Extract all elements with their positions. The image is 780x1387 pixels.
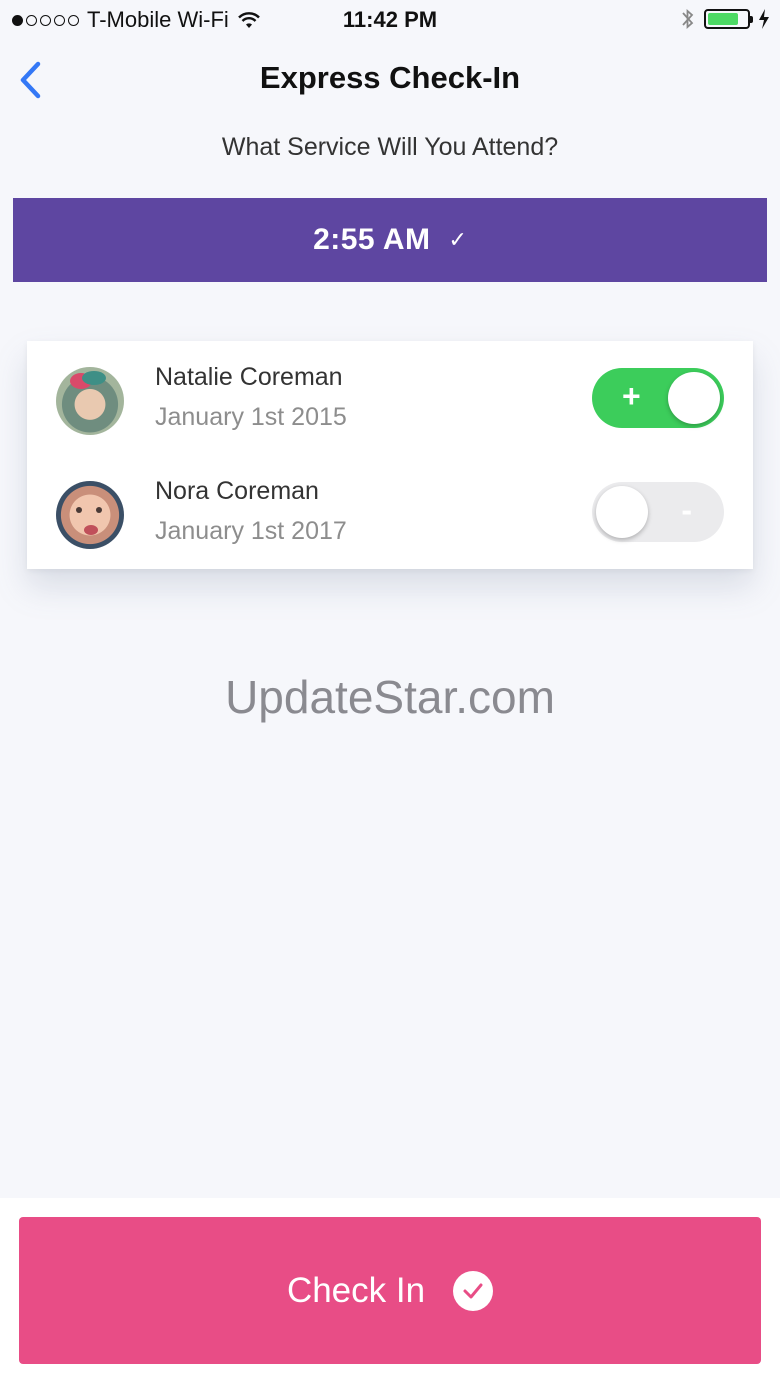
check-in-label: Check In <box>286 1270 426 1310</box>
check-icon: ✓ <box>448 227 467 252</box>
nav-bar: Express Check-In <box>0 40 780 120</box>
avatar-detail <box>82 371 106 385</box>
avatar-detail <box>84 525 98 535</box>
battery-level <box>708 13 739 25</box>
avatar-detail <box>76 507 82 513</box>
service-time: 2:55 AM <box>313 223 431 256</box>
minus-icon: - <box>681 492 692 528</box>
watermark: UpdateStar.com <box>225 671 555 723</box>
person-birthdate: January 1st 2017 <box>155 517 347 545</box>
toggle-knob <box>596 486 648 538</box>
toggle-knob <box>668 372 720 424</box>
list-item: Natalie Coreman January 1st 2015 + <box>27 341 753 455</box>
service-selector[interactable]: 2:55 AM ✓ <box>13 198 767 282</box>
list-item: Nora Coreman January 1st 2017 - <box>27 455 753 569</box>
service-prompt: What Service Will You Attend? <box>221 133 559 161</box>
avatar <box>56 367 124 435</box>
bluetooth-icon <box>682 8 694 30</box>
charging-icon <box>759 9 769 29</box>
status-time: 11:42 PM <box>342 7 438 32</box>
plus-icon: + <box>622 378 641 414</box>
checkin-toggle[interactable]: + <box>592 368 724 428</box>
page-title: Express Check-In <box>259 60 521 95</box>
status-bar: T-Mobile Wi-Fi 11:42 PM <box>0 0 780 40</box>
check-in-button[interactable]: Check In <box>19 1217 761 1364</box>
checkin-toggle[interactable]: - <box>592 482 724 542</box>
avatar <box>56 481 124 549</box>
person-birthdate: January 1st 2015 <box>155 403 347 431</box>
check-circle-icon <box>453 1270 494 1311</box>
avatar-detail <box>96 507 102 513</box>
person-name: Natalie Coreman <box>155 363 343 391</box>
people-card: Natalie Coreman January 1st 2015 + Nora … <box>27 341 753 569</box>
battery-icon <box>704 9 753 29</box>
person-name: Nora Coreman <box>155 477 319 505</box>
status-right <box>680 7 770 31</box>
